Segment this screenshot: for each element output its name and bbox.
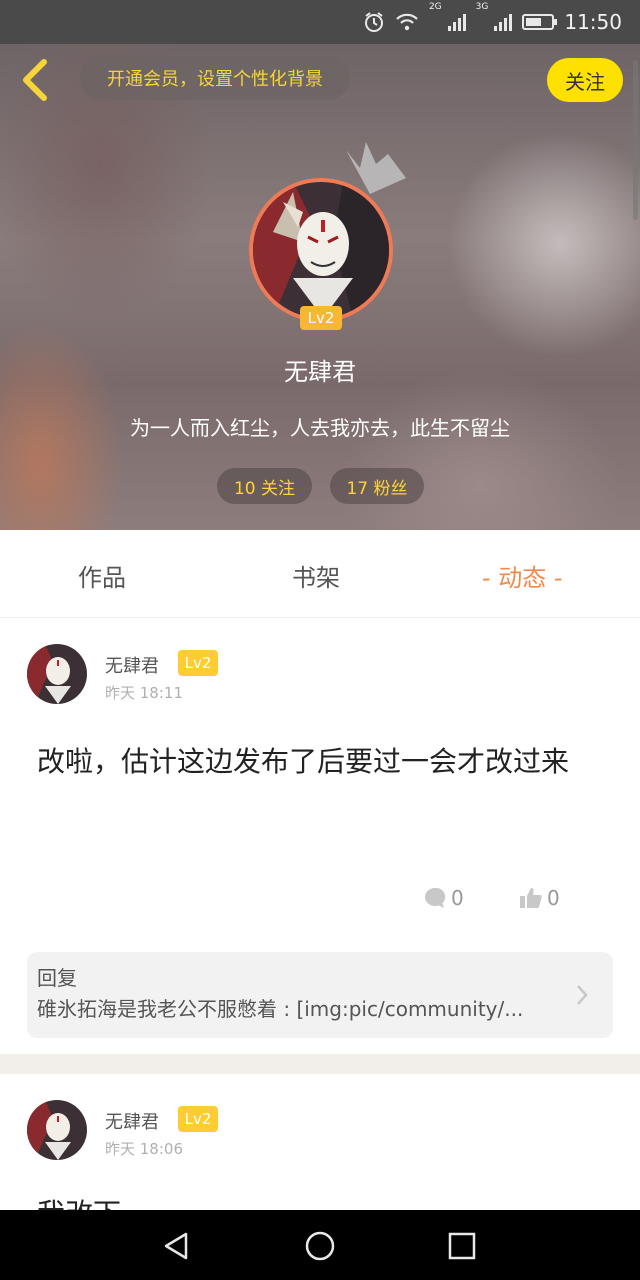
avatar[interactable] (27, 1100, 87, 1160)
reply-preview[interactable]: 回复 碓氷拓海是我老公不服憋着 : [img:pic/community/... (27, 952, 613, 1038)
level-badge: Lv2 (300, 306, 342, 330)
avatar[interactable] (27, 644, 87, 704)
reply-text: 碓氷拓海是我老公不服憋着 : [img:pic/community/... (37, 997, 524, 1021)
like-button[interactable]: 0 (519, 886, 560, 910)
avatar-image (27, 644, 87, 704)
network-type-1: 2G (428, 2, 442, 12)
status-bar: 2G 3G 11:50 (0, 0, 640, 44)
signal-icon (447, 13, 466, 31)
follow-button[interactable]: 关注 (547, 58, 623, 102)
avatar-image (253, 182, 389, 318)
system-nav-bar (0, 1210, 640, 1280)
profile-bio: 为一人而入红尘，人去我亦去，此生不留尘 (130, 416, 510, 440)
chevron-left-icon (23, 59, 47, 101)
followers-count[interactable]: 17 粉丝 (330, 468, 424, 504)
post-time: 昨天 18:11 (105, 684, 183, 702)
comment-button[interactable]: 0 (423, 886, 464, 910)
signal-icon (494, 13, 513, 31)
activity-post: 无肆君 Lv2 昨天 18:06 我改下 (0, 1074, 640, 1210)
comment-count: 0 (451, 886, 464, 910)
like-count: 0 (547, 886, 560, 910)
alarm-icon (363, 11, 385, 33)
nav-back-icon[interactable] (160, 1230, 192, 1262)
back-button[interactable] (16, 58, 56, 102)
following-count[interactable]: 10 关注 (217, 468, 312, 504)
wifi-icon (395, 12, 419, 32)
avatar-image (27, 1100, 87, 1160)
divider (0, 1054, 640, 1074)
nav-home-icon[interactable] (304, 1230, 336, 1262)
comment-icon (425, 887, 446, 908)
nav-recents-icon[interactable] (446, 1230, 478, 1262)
level-badge: Lv2 (178, 1106, 218, 1132)
post-author[interactable]: 无肆君 (105, 652, 159, 678)
thumbs-up-icon (520, 888, 542, 908)
profile-tabs: 作品 书架 - 动态 - (0, 530, 640, 618)
chevron-right-icon (577, 985, 588, 1005)
vip-background-button[interactable]: 开通会员，设置个性化背景 (80, 56, 350, 100)
scrollbar[interactable] (633, 60, 638, 220)
post-time: 昨天 18:06 (105, 1140, 183, 1158)
post-text[interactable]: 我改下 (37, 1186, 597, 1210)
tab-activity[interactable]: - 动态 - (482, 558, 563, 593)
avatar[interactable] (249, 178, 393, 322)
clock: 11:50 (564, 10, 622, 34)
activity-post: 无肆君 Lv2 昨天 18:11 改啦，估计这边发布了后要过一会才改过来 0 0… (0, 618, 640, 1054)
reply-title: 回复 (37, 966, 77, 990)
post-author[interactable]: 无肆君 (105, 1108, 159, 1134)
tab-works[interactable]: 作品 (78, 558, 126, 593)
profile-header: 开通会员，设置个性化背景 关注 Lv2 无肆君 为一人而入红尘，人去我亦去，此生… (0, 44, 640, 530)
network-type-2: 3G (475, 2, 489, 12)
post-text[interactable]: 改啦，估计这边发布了后要过一会才改过来 (37, 734, 597, 790)
tab-bookshelf[interactable]: 书架 (292, 558, 340, 593)
profile-username: 无肆君 (284, 358, 356, 386)
battery-icon (522, 14, 558, 30)
level-badge: Lv2 (178, 650, 218, 676)
